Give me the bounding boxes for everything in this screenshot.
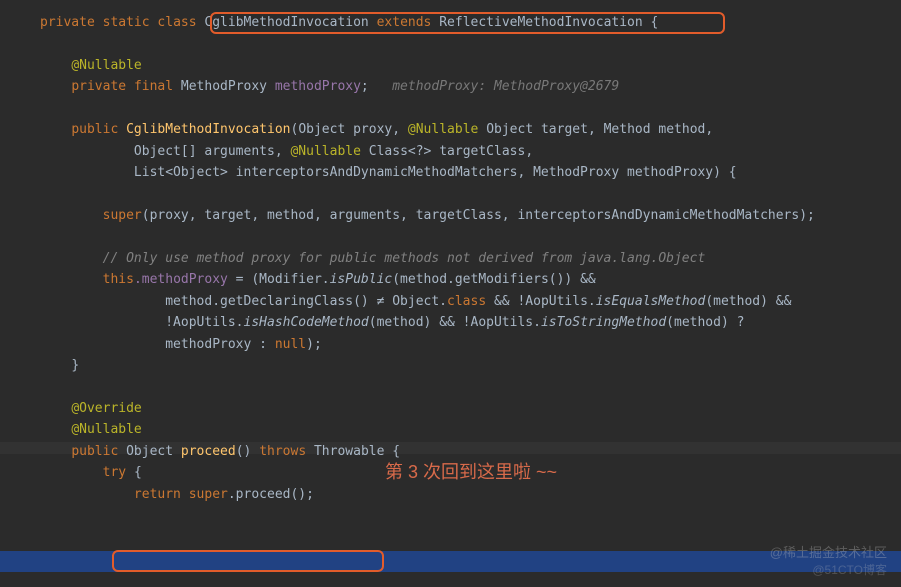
watermark: @51CTO博客 (812, 561, 887, 581)
highlight-box-return (112, 550, 384, 572)
code-line: super(proxy, target, method, arguments, … (40, 205, 901, 226)
code-line: private static class CglibMethodInvocati… (40, 12, 901, 33)
watermark: @稀土掘金技术社区 (770, 542, 887, 563)
code-editor[interactable]: private static class CglibMethodInvocati… (0, 0, 901, 505)
code-line: Object[] arguments, @Nullable Class<?> t… (40, 141, 901, 162)
code-line: } (40, 355, 901, 376)
code-line: @Nullable (40, 55, 901, 76)
code-line: method.getDeclaringClass() ≠ Object.clas… (40, 291, 901, 312)
code-line: this.methodProxy = (Modifier.isPublic(me… (40, 269, 901, 290)
code-line: @Override (40, 398, 901, 419)
code-line: // Only use method proxy for public meth… (40, 248, 901, 269)
code-line: private final MethodProxy methodProxy; m… (40, 76, 901, 97)
code-line: !AopUtils.isHashCodeMethod(method) && !A… (40, 312, 901, 333)
annotation-label: 第 3 次回到这里啦 ~~ (385, 458, 557, 488)
code-line: List<Object> interceptorsAndDynamicMetho… (40, 162, 901, 183)
code-line: public CglibMethodInvocation(Object prox… (40, 119, 901, 140)
code-line: @Nullable (40, 419, 901, 440)
code-line: methodProxy : null); (40, 334, 901, 355)
